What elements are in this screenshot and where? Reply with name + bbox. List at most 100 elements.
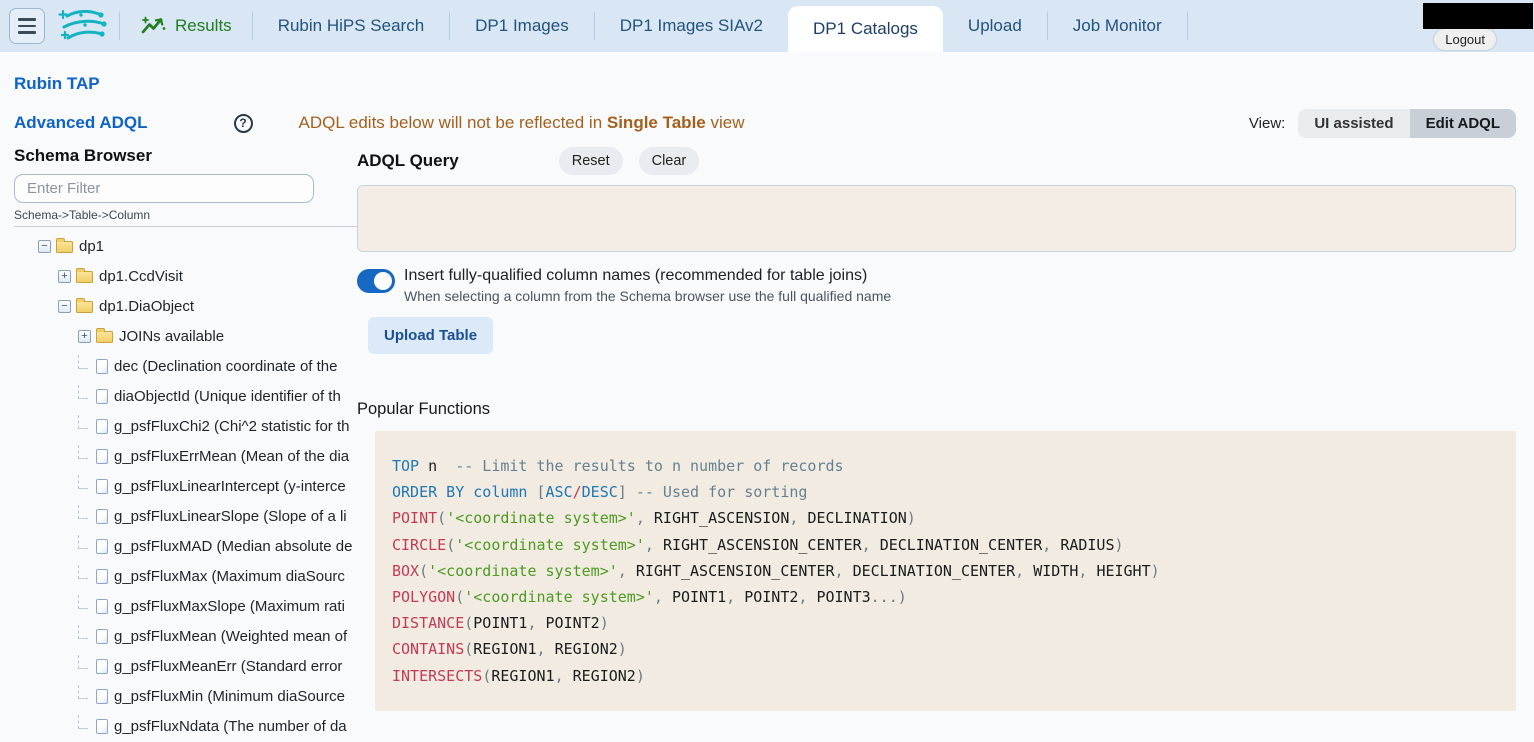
folder-icon	[56, 241, 73, 253]
tree-connector	[78, 715, 88, 729]
top-nav: Results Rubin HiPS Search DP1 Images DP1…	[120, 0, 1188, 52]
tree-item[interactable]: −dp1	[14, 231, 357, 261]
adql-header: ADQL Query Reset Clear	[357, 146, 1516, 176]
tab-results[interactable]: Results	[120, 0, 252, 52]
schema-filter-input[interactable]	[14, 174, 314, 203]
tree-item-label: dp1.CcdVisit	[99, 268, 183, 285]
tab-rubin-hips-search[interactable]: Rubin HiPS Search	[253, 0, 449, 52]
tree-item[interactable]: dec (Declination coordinate of the	[14, 351, 357, 381]
content-row: Schema Browser Schema->Table->Column −dp…	[0, 146, 1534, 742]
view-edit-adql-button[interactable]: Edit ADQL	[1410, 109, 1516, 138]
page-body: Rubin TAP Advanced ADQL ? ADQL edits bel…	[0, 52, 1534, 742]
tree-item[interactable]: g_psfFluxChi2 (Chi^2 statistic for th	[14, 411, 357, 441]
code-line: ORDER BY column [ASC/DESC] -- Used for s…	[392, 479, 1506, 505]
tree-item[interactable]: − dp1.DiaObject	[14, 291, 357, 321]
tree-item[interactable]: diaObjectId (Unique identifier of th	[14, 381, 357, 411]
tree-connector	[78, 535, 88, 549]
view-toggle-group: View: UI assisted Edit ADQL	[1249, 109, 1516, 138]
tree-item[interactable]: + dp1.CcdVisit	[14, 261, 357, 291]
tree-item[interactable]: g_psfFluxMax (Maximum diaSourc	[14, 561, 357, 591]
code-line: INTERSECTS(REGION1, REGION2)	[392, 663, 1506, 689]
tab-label: Job Monitor	[1073, 16, 1162, 36]
clear-button[interactable]: Clear	[639, 147, 700, 175]
expand-icon[interactable]: +	[78, 330, 91, 343]
section-title: Advanced ADQL	[14, 113, 148, 133]
reset-button[interactable]: Reset	[559, 147, 623, 175]
tree-item[interactable]: g_psfFluxErrMean (Mean of the dia	[14, 441, 357, 471]
tree-item-label: dec (Declination coordinate of the	[114, 358, 337, 375]
adql-warning: ADQL edits below will not be reflected i…	[299, 113, 745, 133]
help-icon[interactable]: ?	[234, 114, 253, 133]
upload-table-button[interactable]: Upload Table	[368, 317, 493, 354]
fully-qualified-toggle-row: Insert fully-qualified column names (rec…	[357, 267, 1516, 304]
fully-qualified-toggle[interactable]	[357, 269, 395, 293]
logout-button[interactable]: Logout	[1434, 29, 1496, 50]
tree-item[interactable]: g_psfFluxNdata (The number of da	[14, 711, 357, 741]
tree-item[interactable]: g_psfFluxLinearIntercept (y-interce	[14, 471, 357, 501]
tree-connector	[78, 505, 88, 519]
tab-upload[interactable]: Upload	[943, 0, 1047, 52]
tree-item-label: g_psfFluxChi2 (Chi^2 statistic for th	[114, 418, 349, 435]
column-icon	[96, 629, 108, 644]
code-line: BOX('<coordinate system>', RIGHT_ASCENSI…	[392, 558, 1506, 584]
expand-icon[interactable]: +	[58, 270, 71, 283]
adql-query-title: ADQL Query	[357, 151, 459, 171]
tree-item[interactable]: g_psfFluxMean (Weighted mean of	[14, 621, 357, 651]
view-ui-assisted-button[interactable]: UI assisted	[1298, 109, 1409, 138]
results-chart-icon	[140, 15, 166, 37]
column-icon	[96, 509, 108, 524]
schema-browser-panel: Schema Browser Schema->Table->Column −dp…	[14, 146, 357, 742]
tree-connector	[78, 565, 88, 579]
tree-item-label: g_psfFluxMAD (Median absolute de	[114, 538, 352, 555]
adql-main-panel: ADQL Query Reset Clear Insert fully-qual…	[357, 146, 1534, 742]
tree-item[interactable]: +JOINs available	[14, 321, 357, 351]
column-icon	[96, 449, 108, 464]
tree-item-label: g_psfFluxLinearSlope (Slope of a li	[114, 508, 347, 525]
tree-connector	[78, 625, 88, 639]
toggle-knob	[374, 272, 392, 290]
collapse-icon[interactable]: −	[58, 300, 71, 313]
code-line: POINT('<coordinate system>', RIGHT_ASCEN…	[392, 505, 1506, 531]
tab-dp1-catalogs[interactable]: DP1 Catalogs	[788, 6, 943, 52]
tree-connector	[78, 595, 88, 609]
code-line: CONTAINS(REGION1, REGION2)	[392, 636, 1506, 662]
folder-icon	[76, 301, 93, 313]
adql-query-input[interactable]	[357, 185, 1516, 252]
tree-connector	[78, 445, 88, 459]
collapse-icon[interactable]: −	[38, 240, 51, 253]
tree-item-label: g_psfFluxLinearIntercept (y-interce	[114, 478, 346, 495]
column-icon	[96, 539, 108, 554]
column-icon	[96, 689, 108, 704]
tab-label: Results	[175, 16, 232, 36]
column-icon	[96, 569, 108, 584]
tree-item-label: g_psfFluxErrMean (Mean of the dia	[114, 448, 349, 465]
tree-item-label: g_psfFluxMeanErr (Standard error	[114, 658, 342, 675]
tab-job-monitor[interactable]: Job Monitor	[1048, 0, 1187, 52]
username-redacted	[1423, 3, 1533, 29]
tree-connector	[78, 475, 88, 489]
hamburger-menu-button[interactable]	[9, 8, 45, 44]
tree-connector	[78, 415, 88, 429]
tree-item[interactable]: g_psfFluxMin (Minimum diaSource	[14, 681, 357, 711]
code-line: POLYGON('<coordinate system>', POINT1, P…	[392, 584, 1506, 610]
tree-connector	[78, 385, 88, 399]
tab-dp1-images-siav2[interactable]: DP1 Images SIAv2	[595, 0, 788, 52]
tab-label: DP1 Images	[475, 16, 569, 36]
tree-item[interactable]: g_psfFluxLinearSlope (Slope of a li	[14, 501, 357, 531]
tree-item-label: g_psfFluxMaxSlope (Maximum rati	[114, 598, 345, 615]
page-title: Rubin TAP	[14, 74, 1534, 94]
tab-dp1-images[interactable]: DP1 Images	[450, 0, 594, 52]
tree-item[interactable]: g_psfFluxMeanErr (Standard error	[14, 651, 357, 681]
column-icon	[96, 419, 108, 434]
folder-icon	[96, 331, 113, 343]
tab-label: DP1 Catalogs	[813, 19, 918, 39]
column-icon	[96, 599, 108, 614]
code-line: DISTANCE(POINT1, POINT2)	[392, 610, 1506, 636]
popular-functions-code: TOP n -- Limit the results to n number o…	[375, 431, 1516, 711]
column-icon	[96, 359, 108, 374]
column-icon	[96, 479, 108, 494]
tree-item[interactable]: g_psfFluxMaxSlope (Maximum rati	[14, 591, 357, 621]
tree-item-label: dp1.DiaObject	[99, 298, 194, 315]
tree-item[interactable]: g_psfFluxMAD (Median absolute de	[14, 531, 357, 561]
tab-label: Rubin HiPS Search	[278, 16, 424, 36]
